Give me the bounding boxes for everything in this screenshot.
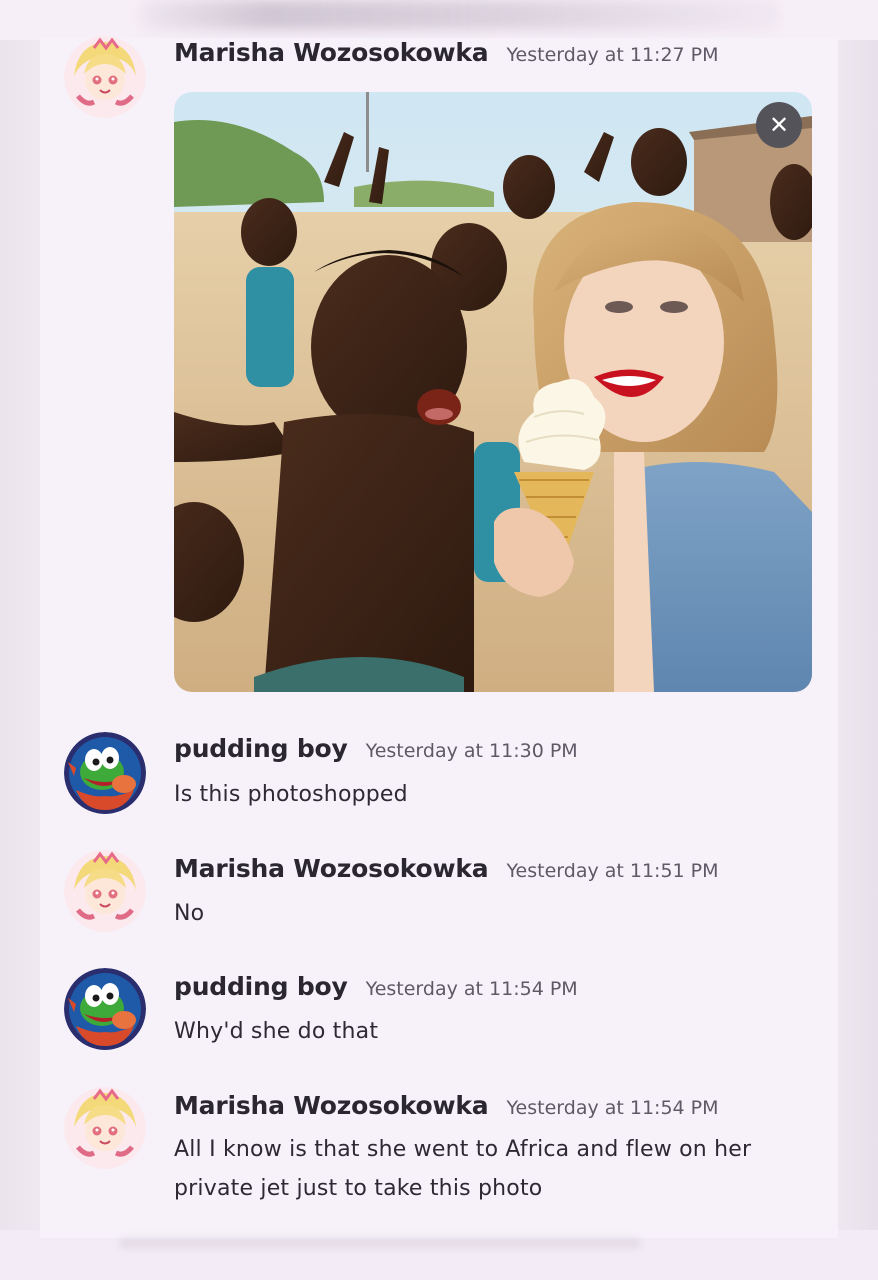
message-header: pudding boy Yesterday at 11:30 PM <box>174 734 578 763</box>
message-timestamp: Yesterday at 11:54 PM <box>365 978 578 1000</box>
blurred-footer <box>120 1238 640 1248</box>
author-name[interactable]: Marisha Wozosokowka <box>174 854 489 883</box>
message-text: No <box>174 901 205 926</box>
message-header: Marisha Wozosokowka Yesterday at 11:54 P… <box>174 1091 719 1120</box>
message-header: Marisha Wozosokowka Yesterday at 11:51 P… <box>174 854 719 883</box>
author-name[interactable]: pudding boy <box>174 972 348 1001</box>
avatar-pudding-boy[interactable] <box>64 732 146 814</box>
avatar-pudding-boy[interactable] <box>64 968 146 1050</box>
message-text: Why'd she do that <box>174 1019 379 1044</box>
message-timestamp: Yesterday at 11:54 PM <box>506 1097 719 1119</box>
author-name[interactable]: Marisha Wozosokowka <box>174 1091 489 1120</box>
blurred-header <box>140 0 780 30</box>
left-edge <box>0 40 40 1230</box>
attached-photo <box>174 92 812 692</box>
close-icon[interactable]: ✕ <box>756 102 802 148</box>
avatar-marisha[interactable] <box>64 1087 146 1169</box>
screenshot-page: Marisha Wozosokowka Yesterday at 11:27 P… <box>0 0 878 1280</box>
chat-message-list: Marisha Wozosokowka Yesterday at 11:27 P… <box>40 36 838 1238</box>
message-text-line: private jet just to take this photo <box>174 1176 543 1201</box>
message-timestamp: Yesterday at 11:51 PM <box>506 860 719 882</box>
message-timestamp: Yesterday at 11:27 PM <box>506 44 719 66</box>
right-edge <box>836 40 878 1230</box>
avatar-marisha[interactable] <box>64 36 146 118</box>
author-name[interactable]: Marisha Wozosokowka <box>174 38 489 67</box>
author-name[interactable]: pudding boy <box>174 734 348 763</box>
message-header: Marisha Wozosokowka Yesterday at 11:27 P… <box>174 38 719 67</box>
avatar-marisha[interactable] <box>64 850 146 932</box>
message-text-line: All I know is that she went to Africa an… <box>174 1137 752 1162</box>
message-header: pudding boy Yesterday at 11:54 PM <box>174 972 578 1001</box>
message-text: Is this photoshopped <box>174 782 408 807</box>
image-attachment[interactable]: ✕ <box>174 92 812 692</box>
message-timestamp: Yesterday at 11:30 PM <box>365 740 578 762</box>
